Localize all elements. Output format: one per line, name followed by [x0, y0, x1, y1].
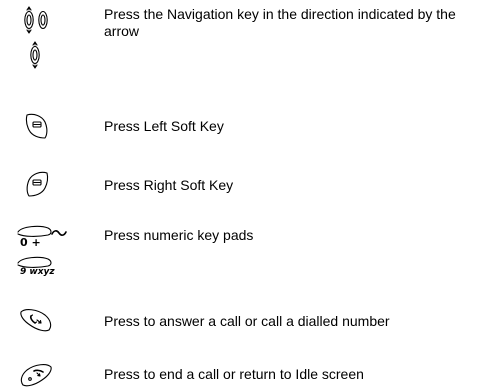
- end-call-key-icon: [19, 361, 53, 389]
- key-label-0: 0 +: [20, 236, 41, 249]
- navigation-key-description: Press the Navigation key in the directio…: [104, 6, 456, 39]
- answer-call-description: Press to answer a call or call a dialled…: [104, 313, 390, 329]
- left-soft-key-description: Press Left Soft Key: [104, 118, 224, 134]
- answer-call-key-icon: [19, 306, 53, 334]
- numeric-keypad-icon: 0 + 9 wxyz: [16, 224, 100, 282]
- left-soft-key-icon: [24, 112, 50, 140]
- end-call-description: Press to end a call or return to Idle sc…: [104, 366, 364, 382]
- right-soft-key-icon: [24, 170, 50, 198]
- numeric-keypad-description: Press numeric key pads: [104, 227, 254, 243]
- key-label-9: 9 wxyz: [20, 267, 55, 277]
- right-soft-key-description: Press Right Soft Key: [104, 177, 234, 193]
- navigation-key-icon: [18, 4, 58, 72]
